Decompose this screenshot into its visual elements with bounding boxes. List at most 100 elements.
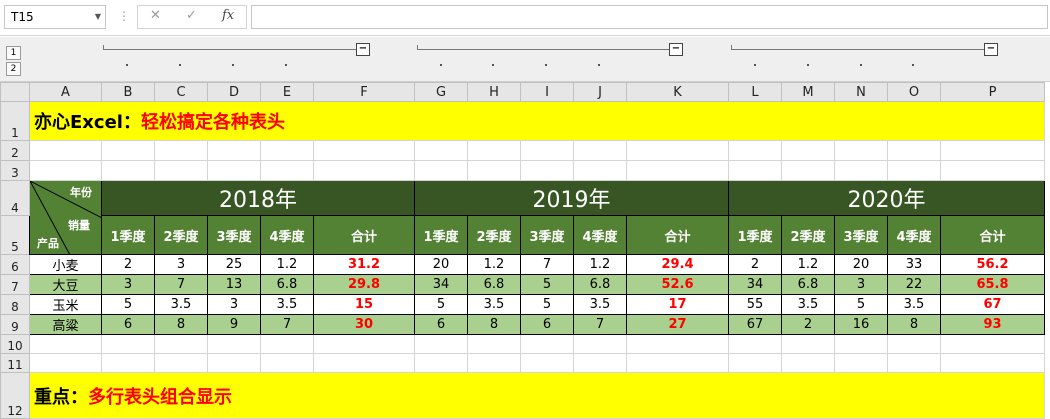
total-cell[interactable]: 27: [626, 314, 729, 335]
quarter-header[interactable]: 4季度: [887, 215, 941, 255]
cell[interactable]: [887, 140, 941, 161]
column-header-n[interactable]: N: [834, 82, 888, 102]
cell[interactable]: [728, 160, 782, 181]
cell[interactable]: [29, 160, 102, 181]
cell[interactable]: [834, 160, 888, 181]
cell[interactable]: [940, 140, 1045, 161]
cell[interactable]: [313, 353, 415, 373]
value-cell[interactable]: 1.2: [467, 254, 521, 275]
value-cell[interactable]: 7: [573, 314, 627, 335]
quarter-header[interactable]: 3季度: [207, 215, 261, 255]
value-cell[interactable]: 5: [414, 294, 468, 315]
product-cell[interactable]: 玉米: [29, 294, 102, 315]
row-header-4[interactable]: 4: [0, 180, 30, 216]
cell[interactable]: [626, 140, 729, 161]
cell[interactable]: [887, 334, 941, 354]
chevron-down-icon[interactable]: ▼: [95, 6, 101, 28]
cell[interactable]: [728, 334, 782, 354]
cell[interactable]: [154, 140, 208, 161]
cell[interactable]: [313, 140, 415, 161]
row-header-5[interactable]: 5: [0, 215, 30, 255]
value-cell[interactable]: 3: [834, 274, 888, 295]
cell[interactable]: [781, 160, 835, 181]
year-header-2019[interactable]: 2019年: [414, 180, 729, 216]
total-cell[interactable]: 29.8: [313, 274, 415, 295]
value-cell[interactable]: 3.5: [467, 294, 521, 315]
value-cell[interactable]: 5: [520, 294, 574, 315]
cell[interactable]: [29, 140, 102, 161]
value-cell[interactable]: 5: [834, 294, 888, 315]
cell[interactable]: [520, 140, 574, 161]
insert-function-icon[interactable]: fx: [222, 8, 234, 23]
column-header-c[interactable]: C: [154, 82, 208, 102]
quarter-header[interactable]: 1季度: [414, 215, 468, 255]
formula-input[interactable]: [251, 5, 1048, 29]
total-cell[interactable]: 67: [940, 294, 1045, 315]
value-cell[interactable]: 6.8: [573, 274, 627, 295]
product-cell[interactable]: 小麦: [29, 254, 102, 275]
column-header-h[interactable]: H: [467, 82, 521, 102]
cell[interactable]: [414, 140, 468, 161]
cell[interactable]: [573, 353, 627, 373]
cell[interactable]: [626, 334, 729, 354]
value-cell[interactable]: 1.2: [573, 254, 627, 275]
cell[interactable]: [781, 140, 835, 161]
total-cell[interactable]: 17: [626, 294, 729, 315]
cell[interactable]: [313, 160, 415, 181]
row-header-8[interactable]: 8: [0, 294, 30, 315]
outline-level-2-button[interactable]: 2: [6, 62, 21, 76]
value-cell[interactable]: 55: [728, 294, 782, 315]
value-cell[interactable]: 7: [154, 274, 208, 295]
cell[interactable]: [520, 334, 574, 354]
value-cell[interactable]: 7: [520, 254, 574, 275]
cell[interactable]: [467, 160, 521, 181]
value-cell[interactable]: 34: [414, 274, 468, 295]
column-header-k[interactable]: K: [626, 82, 729, 102]
column-header-d[interactable]: D: [207, 82, 261, 102]
value-cell[interactable]: 22: [887, 274, 941, 295]
collapse-group-2018-button[interactable]: −: [356, 43, 370, 56]
value-cell[interactable]: 8: [887, 314, 941, 335]
diagonal-header-cell[interactable]: 年份 销量 产品: [29, 180, 102, 255]
row-header-10[interactable]: 10: [0, 334, 30, 354]
value-cell[interactable]: 2: [101, 254, 155, 275]
cell[interactable]: [626, 353, 729, 373]
value-cell[interactable]: 6.8: [260, 274, 314, 295]
cell[interactable]: [101, 140, 155, 161]
value-cell[interactable]: 1.2: [781, 254, 835, 275]
cell[interactable]: [573, 160, 627, 181]
value-cell[interactable]: 6.8: [781, 274, 835, 295]
cell[interactable]: [887, 160, 941, 181]
value-cell[interactable]: 8: [467, 314, 521, 335]
cell[interactable]: [467, 353, 521, 373]
column-header-m[interactable]: M: [781, 82, 835, 102]
value-cell[interactable]: 3: [101, 274, 155, 295]
cell[interactable]: [414, 353, 468, 373]
value-cell[interactable]: 13: [207, 274, 261, 295]
value-cell[interactable]: 20: [834, 254, 888, 275]
column-header-l[interactable]: L: [728, 82, 782, 102]
row-header-1[interactable]: 1: [0, 101, 30, 141]
value-cell[interactable]: 9: [207, 314, 261, 335]
cell[interactable]: [940, 353, 1045, 373]
quarter-header[interactable]: 1季度: [728, 215, 782, 255]
value-cell[interactable]: 1.2: [260, 254, 314, 275]
cell[interactable]: [940, 160, 1045, 181]
column-header-b[interactable]: B: [101, 82, 155, 102]
value-cell[interactable]: 3.5: [573, 294, 627, 315]
name-box[interactable]: T15 ▼: [4, 5, 106, 29]
cell[interactable]: [101, 160, 155, 181]
value-cell[interactable]: 5: [520, 274, 574, 295]
row-header-6[interactable]: 6: [0, 254, 30, 275]
value-cell[interactable]: 3.5: [781, 294, 835, 315]
value-cell[interactable]: 3.5: [260, 294, 314, 315]
quarter-header[interactable]: 4季度: [260, 215, 314, 255]
value-cell[interactable]: 2: [781, 314, 835, 335]
cell[interactable]: [207, 334, 261, 354]
cell[interactable]: [154, 334, 208, 354]
enter-icon[interactable]: ✓: [186, 8, 197, 23]
column-header-a[interactable]: A: [29, 82, 102, 102]
value-cell[interactable]: 6.8: [467, 274, 521, 295]
cell[interactable]: [781, 353, 835, 373]
cell[interactable]: [834, 334, 888, 354]
